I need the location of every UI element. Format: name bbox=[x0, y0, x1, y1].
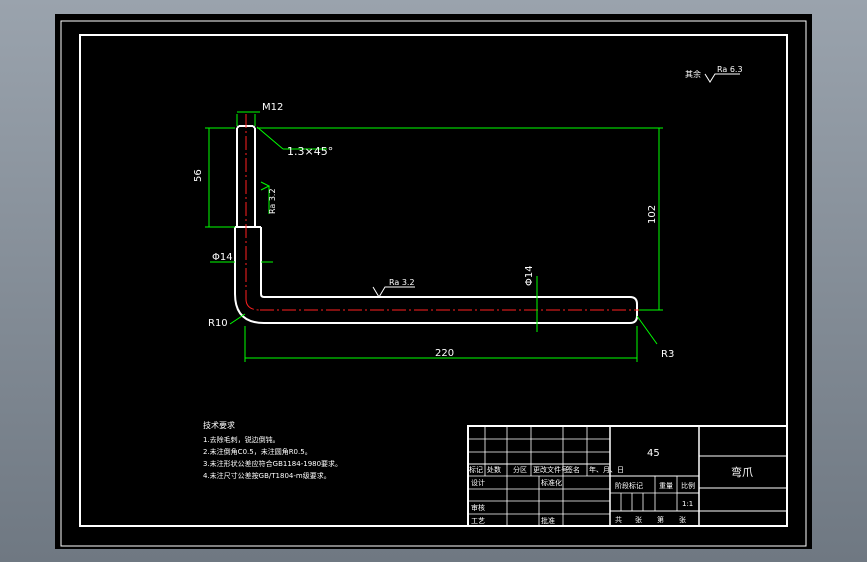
tb-label: 张 bbox=[635, 515, 642, 524]
tb-label: 张 bbox=[679, 515, 686, 524]
tech-req-item: 2.未注倒角C0.5，未注圆角R0.5。 bbox=[203, 447, 312, 456]
tb-label: 签名 bbox=[566, 465, 580, 474]
dim-chamfer: 1.3×45° bbox=[287, 145, 333, 158]
dim-height-102: 102 bbox=[647, 205, 658, 224]
tb-label: 阶段标记 bbox=[615, 481, 643, 490]
tb-label: 设计 bbox=[471, 478, 485, 487]
tech-req-title: 技术要求 bbox=[203, 420, 235, 430]
tb-label: 第 bbox=[657, 515, 664, 524]
outer-border bbox=[60, 20, 807, 547]
tech-req-item: 1.去除毛刺，锐边倒钝。 bbox=[203, 435, 280, 444]
drawing-frame bbox=[79, 34, 788, 527]
cad-drawing: 其余 Ra 6.3 Ra 3.2 M12 1.3×45° 56 102 Φ14 … bbox=[60, 20, 807, 547]
roughness-rest-symbol: 其余 Ra 6.3 bbox=[685, 65, 743, 83]
dim-length-220: 220 bbox=[435, 348, 454, 359]
tb-label: 标准化 bbox=[541, 478, 562, 487]
tb-label: 标记 bbox=[469, 465, 483, 474]
tb-label: 年、月、日 bbox=[589, 465, 624, 474]
centerlines bbox=[245, 114, 645, 311]
tech-requirements: 技术要求 1.去除毛刺，锐边倒钝。 2.未注倒角C0.5，未注圆角R0.5。 3… bbox=[203, 420, 342, 480]
tb-label: 审核 bbox=[471, 503, 485, 512]
drawing-viewport[interactable]: 其余 Ra 6.3 Ra 3.2 M12 1.3×45° 56 102 Φ14 … bbox=[55, 14, 812, 549]
tech-req-item: 4.未注尺寸公差按GB/T1804-m级要求。 bbox=[203, 471, 331, 480]
tb-label: 分区 bbox=[513, 465, 527, 474]
tb-label: 更改文件号 bbox=[533, 465, 568, 474]
roughness-horizontal-value: Ra 3.2 bbox=[389, 278, 415, 287]
dim-diameter-left: Φ14 bbox=[212, 252, 233, 263]
dim-thread: M12 bbox=[262, 102, 283, 113]
dim-diameter-right: Φ14 bbox=[524, 265, 535, 286]
dimension-lines bbox=[205, 111, 663, 362]
tb-scale-value: 1:1 bbox=[682, 500, 693, 508]
tb-material: 45 bbox=[647, 448, 660, 459]
tb-label: 重量 bbox=[659, 482, 673, 490]
tb-label: 处数 bbox=[487, 465, 501, 474]
tb-label: 共 bbox=[615, 515, 622, 524]
tb-label: 批准 bbox=[541, 516, 555, 525]
roughness-horizontal-symbol: Ra 3.2 bbox=[372, 278, 415, 298]
roughness-rest-value: Ra 6.3 bbox=[717, 65, 743, 74]
dim-radius-bend: R10 bbox=[208, 318, 228, 329]
tb-label: 工艺 bbox=[471, 517, 485, 525]
tb-part-name: 弯爪 bbox=[731, 465, 753, 479]
title-block-text: 标记 处数 分区 更改文件号 签名 年、月、日 设计 标准化 审核 工艺 批准 … bbox=[469, 448, 753, 525]
roughness-prefix: 其余 bbox=[685, 69, 701, 79]
tech-req-item: 3.未注形状公差应符合GB1184-1980要求。 bbox=[203, 459, 342, 468]
tb-label: 比例 bbox=[681, 481, 695, 490]
dim-length-56: 56 bbox=[193, 169, 204, 182]
dim-radius-end: R3 bbox=[661, 349, 674, 360]
roughness-vertical-value: Ra 3.2 bbox=[268, 188, 277, 214]
